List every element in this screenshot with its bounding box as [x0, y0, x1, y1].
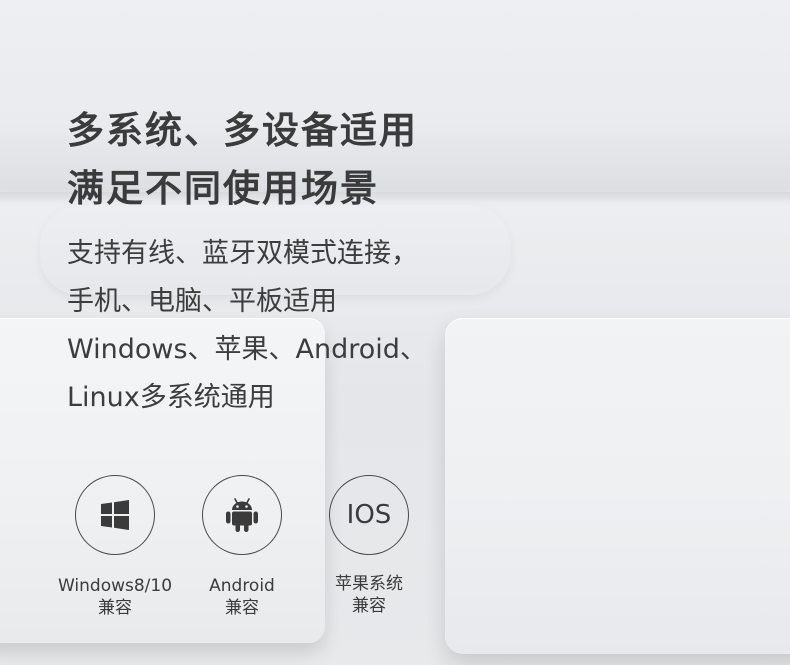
android-label-line-2: 兼容	[225, 598, 259, 618]
windows-label: Windows8/10 兼容	[50, 575, 180, 619]
description-line-1: 支持有线、蓝牙双模式连接，	[67, 238, 418, 269]
android-circle	[202, 475, 282, 555]
android-label-line-1: Android	[209, 576, 275, 596]
headline-line-1: 多系统、多设备适用	[67, 109, 418, 152]
windows-logo-icon	[99, 499, 131, 531]
ios-label-line-1: 苹果系统	[335, 574, 403, 594]
ios-label: 苹果系统 兼容	[304, 573, 434, 617]
description-line-3: Windows、苹果、Android、	[67, 334, 427, 365]
windows-label-line-2: 兼容	[98, 598, 132, 618]
description-line-4: Linux多系统通用	[67, 382, 275, 413]
ios-label-line-2: 兼容	[352, 596, 386, 616]
ios-text-icon: IOS	[346, 500, 392, 530]
android-logo-icon	[224, 496, 260, 534]
windows-label-line-1: Windows8/10	[57, 576, 173, 596]
headline: 多系统、多设备适用 满足不同使用场景	[67, 102, 418, 218]
ios-circle: IOS	[329, 475, 409, 555]
description: 支持有线、蓝牙双模式连接， 手机、电脑、平板适用 Windows、苹果、Andr…	[67, 230, 427, 422]
compat-windows: Windows8/10 兼容	[50, 475, 180, 619]
description-line-2: 手机、电脑、平板适用	[67, 286, 337, 317]
compat-android: Android 兼容	[177, 475, 307, 619]
android-label: Android 兼容	[177, 575, 307, 619]
compat-ios: IOS 苹果系统 兼容	[304, 475, 434, 617]
headline-line-2: 满足不同使用场景	[67, 167, 379, 210]
windows-circle	[75, 475, 155, 555]
promo-content: 多系统、多设备适用 满足不同使用场景 支持有线、蓝牙双模式连接， 手机、电脑、平…	[0, 0, 790, 665]
